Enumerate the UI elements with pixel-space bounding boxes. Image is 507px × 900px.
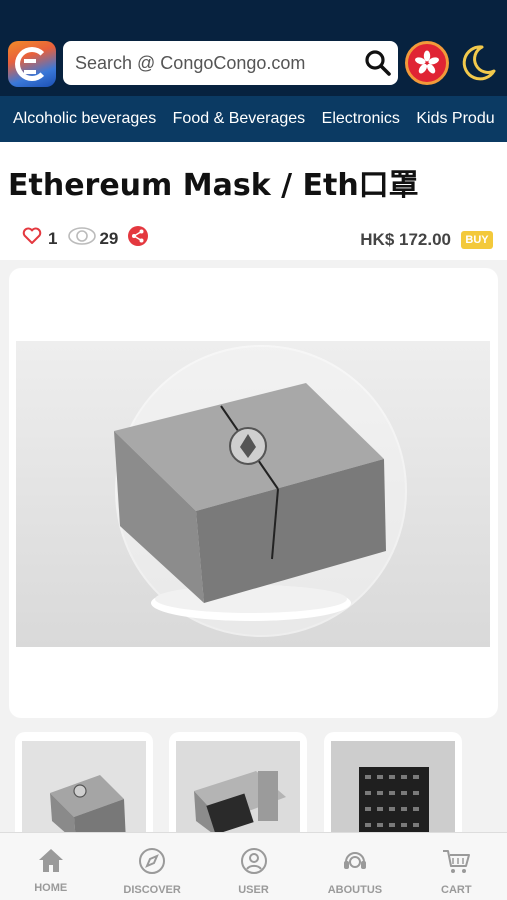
cart-icon: [441, 847, 471, 880]
nav-user[interactable]: USER: [203, 833, 304, 900]
nav-aboutus[interactable]: ABOUTUS: [304, 833, 405, 900]
home-icon: [37, 847, 65, 878]
category-food-beverages[interactable]: Food & Beverages: [173, 96, 306, 142]
nav-aboutus-label: ABOUTUS: [327, 884, 383, 896]
search-bar[interactable]: Search @ CongoCongo.com: [63, 41, 398, 85]
dark-mode-moon-icon[interactable]: [456, 41, 500, 85]
thumbnail-image: [22, 741, 146, 842]
nav-user-label: USER: [238, 884, 269, 896]
product-title: Ethereum Mask / Eth口罩: [8, 168, 419, 203]
eye-icon: [67, 226, 97, 251]
buy-button[interactable]: BUY: [461, 231, 493, 249]
product-price: HK$ 172.00: [360, 230, 451, 249]
nav-cart[interactable]: CART: [406, 833, 507, 900]
category-bar: Alcoholic beverages Food & Beverages Ele…: [0, 96, 507, 142]
user-icon: [240, 847, 268, 880]
region-flag-icon[interactable]: [405, 41, 449, 85]
like-count: 1: [48, 228, 58, 248]
thumbnail-3[interactable]: [324, 732, 462, 842]
nav-discover-label: DISCOVER: [123, 884, 181, 896]
share-icon[interactable]: [128, 226, 149, 251]
view-count: 29: [99, 228, 119, 248]
nav-home[interactable]: HOME: [0, 833, 101, 900]
thumbnail-1[interactable]: [15, 732, 153, 842]
category-kids-products[interactable]: Kids Produ: [416, 96, 494, 142]
product-main-image[interactable]: [16, 341, 490, 647]
nav-discover[interactable]: DISCOVER: [101, 833, 202, 900]
product-stats: 1 29: [22, 226, 149, 251]
nav-home-label: HOME: [34, 882, 68, 894]
search-input[interactable]: Search @ CongoCongo.com: [75, 53, 358, 74]
category-electronics[interactable]: Electronics: [322, 96, 400, 142]
thumbnail-image: [176, 741, 300, 842]
product-header: Ethereum Mask / Eth口罩 1 29 HK$ 172.00 BU…: [0, 142, 507, 260]
thumbnail-2[interactable]: [169, 732, 307, 842]
compass-icon: [138, 847, 166, 880]
logo-mark: [15, 47, 49, 81]
category-alcoholic-beverages[interactable]: Alcoholic beverages: [13, 96, 156, 142]
search-icon[interactable]: [358, 43, 398, 83]
heart-icon[interactable]: [22, 227, 42, 250]
thumbnail-image: [331, 741, 455, 842]
app-logo[interactable]: [8, 41, 56, 87]
top-header: Search @ CongoCongo.com: [0, 0, 507, 96]
nav-cart-label: CART: [441, 884, 472, 896]
headset-icon: [341, 847, 369, 880]
bottom-nav: HOME DISCOVER USER ABOUTUS CART: [0, 832, 507, 900]
